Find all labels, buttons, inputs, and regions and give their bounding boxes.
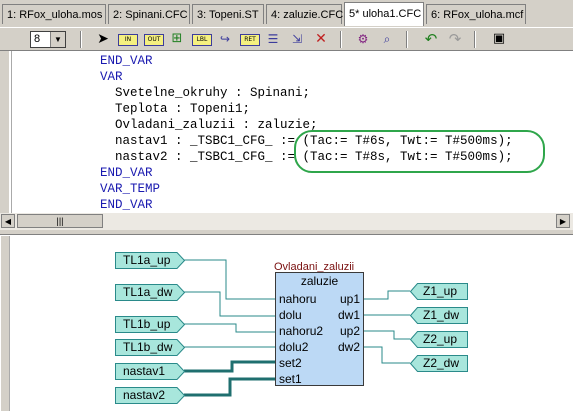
pin-in[interactable]: set2	[279, 356, 302, 370]
toolbar-separator	[474, 31, 476, 48]
pin-out[interactable]: up2	[340, 324, 360, 338]
scroll-left-icon[interactable]: ◀	[1, 214, 15, 228]
output-label: Z1_dw	[423, 308, 460, 322]
input-tl1b-dw[interactable]: TL1b_dw	[115, 339, 185, 356]
box-icon[interactable]: ⊞	[168, 31, 186, 47]
insert-icon[interactable]: ⇲	[288, 31, 306, 47]
input-label: TL1b_up	[123, 317, 171, 331]
code-line: END_VAR	[100, 198, 153, 212]
cfc-editor[interactable]: TL1a_up TL1a_dw TL1b_up TL1b_dw nastav1 …	[1, 236, 573, 411]
output-label: Z1_up	[423, 284, 458, 298]
input-tl1b-up[interactable]: TL1b_up	[115, 316, 185, 333]
horizontal-scrollbar[interactable]: ◀ ||| ▶	[0, 213, 573, 230]
tab-rfox-uloha-mos[interactable]: 1: RFox_uloha.mos	[2, 4, 106, 24]
output-z1-dw[interactable]: Z1_dw	[410, 307, 468, 324]
scroll-right-icon[interactable]: ▶	[556, 214, 570, 228]
wire-z2-dw	[363, 346, 410, 364]
output-z1-up[interactable]: Z1_up	[410, 283, 468, 300]
find-icon[interactable]: ⌕	[378, 31, 396, 47]
toolbar: 8 ▼ ➤ IN OUT ⊞ LBL ↪ RET ☰ ⇲ ✕ ⚙ ⌕ ↶ ↷ ▣	[0, 27, 573, 51]
return-icon[interactable]: RET	[240, 34, 260, 46]
editor-divider	[11, 51, 12, 213]
tab-spinani-cfc[interactable]: 2: Spinani.CFC	[108, 4, 190, 24]
toolbar-separator	[80, 31, 82, 48]
input-label: TL1a_dw	[123, 285, 173, 299]
tab-rfox-uloha-mcf[interactable]: 6: RFox_uloha.mcf	[426, 4, 526, 24]
wire-z2-up	[363, 330, 410, 340]
pin-in[interactable]: set1	[279, 372, 302, 386]
pin-in[interactable]: dolu2	[279, 340, 308, 354]
wire-tl1b-up	[184, 323, 276, 333]
pane-splitter[interactable]	[0, 230, 573, 235]
delete-icon[interactable]: ✕	[312, 31, 330, 47]
output-z2-up[interactable]: Z2_up	[410, 331, 468, 348]
output-label: Z2_up	[423, 332, 458, 346]
highlight-ellipse	[294, 130, 545, 173]
pin-out[interactable]: dw2	[338, 340, 360, 354]
block-type: zaluzie	[300, 274, 339, 288]
output-icon[interactable]: OUT	[144, 34, 164, 46]
input-nastav2[interactable]: nastav2	[115, 387, 185, 404]
tab-bar: 1: RFox_uloha.mos 2: Spinani.CFC 3: Tope…	[0, 0, 573, 27]
output-label: Z2_dw	[423, 356, 460, 370]
input-label: TL1a_up	[123, 253, 171, 267]
wire-tl1a-dw	[184, 291, 276, 317]
code-line: VAR_TEMP	[100, 182, 161, 196]
wire-tl1a-up	[184, 259, 276, 300]
pin-in[interactable]: nahoru	[279, 292, 316, 306]
pin-out[interactable]: up1	[340, 292, 360, 306]
wire-nastav1	[184, 360, 276, 373]
select-pointer-icon[interactable]: ➤	[94, 31, 112, 47]
comment-icon[interactable]: ☰	[264, 31, 282, 47]
input-tl1a-up[interactable]: TL1a_up	[115, 252, 185, 269]
input-label: TL1b_dw	[123, 340, 173, 354]
pin-out[interactable]: dw1	[338, 308, 360, 322]
code-line: END_VAR	[100, 54, 153, 68]
code-line: Svetelne_okruhy : Spinani;	[100, 86, 311, 100]
code-line: Teplota : Topeni1;	[100, 102, 251, 116]
function-block[interactable]: zaluzie nahoru dolu nahoru2 dolu2 set2 s…	[275, 272, 364, 386]
undo-icon[interactable]: ↶	[422, 31, 440, 47]
editor-gutter	[0, 51, 9, 213]
input-nastav1[interactable]: nastav1	[115, 363, 185, 380]
chevron-down-icon[interactable]: ▼	[50, 32, 65, 47]
input-label: nastav1	[123, 364, 166, 378]
redo-icon[interactable]: ↷	[446, 31, 464, 47]
zoom-select[interactable]: 8 ▼	[30, 31, 66, 48]
output-z2-dw[interactable]: Z2_dw	[410, 355, 468, 372]
scroll-thumb[interactable]: |||	[17, 214, 103, 228]
input-icon[interactable]: IN	[118, 34, 138, 46]
compile-icon[interactable]: ⚙	[354, 31, 372, 47]
pin-in[interactable]: nahoru2	[279, 324, 323, 338]
jump-icon[interactable]: ↪	[216, 31, 234, 47]
input-tl1a-dw[interactable]: TL1a_dw	[115, 284, 185, 301]
wire-nastav2	[184, 377, 276, 397]
code-line: VAR	[100, 70, 123, 84]
label-icon[interactable]: LBL	[192, 34, 212, 46]
tab-uloha1-cfc[interactable]: 5* uloha1.CFC	[344, 2, 424, 26]
toolbar-separator	[406, 31, 408, 48]
pin-in[interactable]: dolu	[279, 308, 302, 322]
tab-zaluzie-cfc[interactable]: 4: zaluzie.CFC	[266, 4, 343, 24]
cfc-gutter	[1, 236, 9, 411]
input-label: nastav2	[123, 388, 166, 402]
tab-topeni-st[interactable]: 3: Topeni.ST	[192, 4, 264, 24]
toolbar-separator	[340, 31, 342, 48]
window-icon[interactable]: ▣	[490, 31, 508, 47]
wire-z1-up	[363, 290, 410, 300]
zoom-value: 8	[34, 33, 41, 45]
